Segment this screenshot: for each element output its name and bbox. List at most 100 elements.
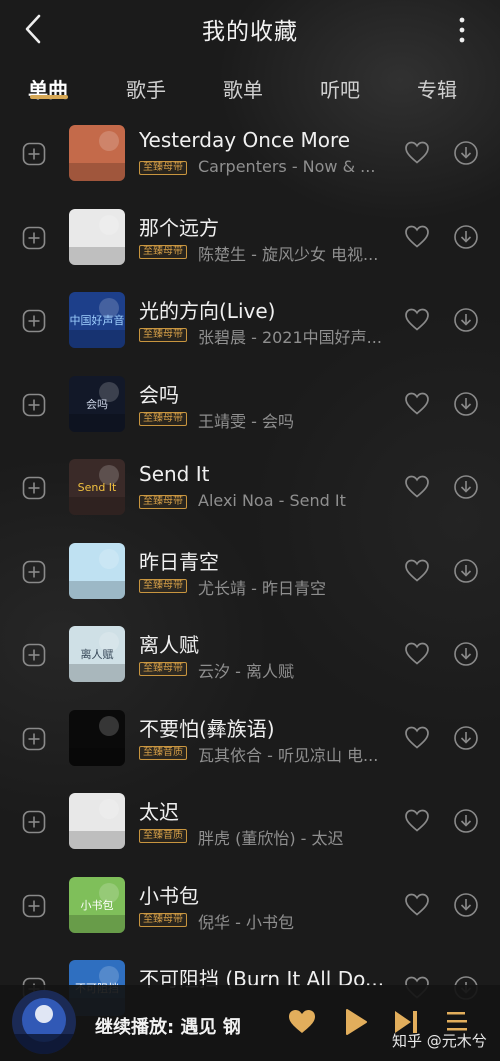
favorite-button[interactable] bbox=[404, 808, 430, 834]
heart-filled-icon bbox=[289, 1010, 315, 1033]
download-circle-icon bbox=[454, 642, 478, 666]
song-title: 会吗 bbox=[139, 382, 179, 407]
song-row[interactable]: 昨日青空 至臻母带 尤长靖 - 昨日青空 bbox=[0, 540, 500, 623]
heart-outline-icon bbox=[405, 642, 429, 665]
more-options-button[interactable] bbox=[452, 14, 472, 46]
song-row[interactable]: 太迟 至臻音质 胖虎 (董欣怡) - 太迟 bbox=[0, 790, 500, 873]
song-title: 昨日青空 bbox=[139, 549, 219, 574]
download-circle-icon bbox=[454, 558, 478, 583]
download-circle-icon bbox=[454, 892, 478, 917]
add-to-playlist-button[interactable] bbox=[22, 226, 46, 250]
play-button[interactable] bbox=[341, 1007, 371, 1037]
quality-badge: 至臻母带 bbox=[139, 244, 187, 259]
favorite-button[interactable] bbox=[404, 224, 430, 250]
download-button[interactable] bbox=[453, 808, 479, 834]
download-button[interactable] bbox=[453, 892, 479, 918]
song-cover-art[interactable]: 会吗 bbox=[69, 375, 125, 432]
song-row[interactable]: Send It Send It 至臻母带 Alexi Noa - Send It bbox=[0, 456, 500, 539]
favorite-button[interactable] bbox=[404, 641, 430, 667]
song-cover-art[interactable]: 小书包 bbox=[69, 876, 125, 933]
add-to-playlist-button[interactable] bbox=[22, 476, 46, 500]
favorite-button[interactable] bbox=[404, 725, 430, 751]
add-to-playlist-button[interactable] bbox=[22, 894, 46, 918]
favorite-button[interactable] bbox=[404, 391, 430, 417]
song-row[interactable]: 离人赋 离人赋 至臻母带 云汐 - 离人赋 bbox=[0, 623, 500, 706]
download-circle-icon bbox=[454, 391, 478, 416]
download-button[interactable] bbox=[453, 641, 479, 667]
cover-art-text: 离人赋 bbox=[81, 647, 114, 661]
download-button[interactable] bbox=[453, 391, 479, 417]
vertical-dots-icon bbox=[459, 17, 465, 43]
plus-square-icon bbox=[22, 643, 46, 667]
song-title: Send It bbox=[139, 462, 210, 486]
add-to-playlist-button[interactable] bbox=[22, 393, 46, 417]
song-artist-album: Carpenters - Now & ... bbox=[198, 157, 376, 176]
add-to-playlist-button[interactable] bbox=[22, 727, 46, 751]
heart-outline-icon bbox=[405, 726, 429, 749]
song-row[interactable]: 不要怕(彝族语) 至臻音质 瓦其依合 - 听见凉山 电... bbox=[0, 707, 500, 790]
download-button[interactable] bbox=[453, 558, 479, 584]
download-button[interactable] bbox=[453, 307, 479, 333]
song-cover-art[interactable] bbox=[69, 208, 125, 265]
cover-art-text: 小书包 bbox=[81, 899, 114, 912]
plus-square-icon bbox=[22, 560, 46, 583]
song-row[interactable]: 会吗 会吗 至臻母带 王靖雯 - 会吗 bbox=[0, 373, 500, 456]
plus-square-icon bbox=[22, 810, 46, 834]
song-row[interactable]: 小书包 小书包 至臻母带 倪华 - 小书包 bbox=[0, 874, 500, 957]
add-to-playlist-button[interactable] bbox=[22, 142, 46, 166]
add-to-playlist-button[interactable] bbox=[22, 309, 46, 333]
favorite-button[interactable] bbox=[404, 892, 430, 918]
song-cover-art[interactable]: 中国好声音 bbox=[69, 292, 125, 348]
tab-bar: 单曲 歌手 歌单 听吧 专辑 bbox=[0, 60, 500, 112]
heart-outline-icon bbox=[405, 893, 429, 916]
tab-artists[interactable]: 歌手 bbox=[126, 74, 166, 103]
download-button[interactable] bbox=[453, 725, 479, 751]
favorite-button[interactable] bbox=[404, 558, 430, 584]
favorite-button[interactable] bbox=[404, 140, 430, 166]
player-now-playing[interactable]: 继续播放: 遇见 钢 bbox=[95, 1013, 241, 1039]
add-to-playlist-button[interactable] bbox=[22, 560, 46, 584]
download-button[interactable] bbox=[453, 140, 479, 166]
song-row[interactable]: 那个远方 至臻母带 陈楚生 - 旋风少女 电视... bbox=[0, 206, 500, 289]
song-row[interactable]: 中国好声音 光的方向(Live) 至臻母带 张碧晨 - 2021中国好声... bbox=[0, 289, 500, 372]
quality-badge: 至臻母带 bbox=[139, 662, 187, 676]
add-to-playlist-button[interactable] bbox=[22, 643, 46, 667]
song-cover-art[interactable] bbox=[69, 542, 125, 599]
song-cover-art[interactable] bbox=[69, 125, 125, 181]
tab-albums[interactable]: 专辑 bbox=[417, 74, 457, 103]
song-title: 不要怕(彝族语) bbox=[139, 716, 275, 741]
add-to-playlist-button[interactable] bbox=[22, 810, 46, 834]
download-circle-icon bbox=[454, 224, 478, 249]
favorite-button[interactable] bbox=[404, 474, 430, 500]
tab-playlists[interactable]: 歌单 bbox=[223, 74, 263, 103]
favorite-button[interactable] bbox=[404, 307, 430, 333]
song-title: 那个远方 bbox=[139, 215, 219, 240]
player-cover-art[interactable] bbox=[12, 990, 76, 1054]
plus-square-icon bbox=[22, 142, 46, 166]
cover-art-text: 会吗 bbox=[86, 398, 108, 411]
song-artist-album: 胖虎 (董欣怡) - 太迟 bbox=[198, 829, 344, 848]
song-cover-art[interactable] bbox=[69, 709, 125, 766]
song-artist-album: 陈楚生 - 旋风少女 电视... bbox=[198, 244, 379, 264]
tab-tingba[interactable]: 听吧 bbox=[320, 74, 360, 103]
song-cover-art[interactable] bbox=[69, 793, 125, 849]
download-button[interactable] bbox=[453, 474, 479, 500]
download-button[interactable] bbox=[453, 224, 479, 250]
watermark: 知乎 @元木兮 bbox=[392, 1032, 487, 1050]
heart-outline-icon bbox=[405, 308, 429, 331]
song-title: 光的方向(Live) bbox=[139, 299, 276, 323]
song-cover-art[interactable]: Send It bbox=[69, 459, 125, 515]
song-artist-album: 尤长靖 - 昨日青空 bbox=[198, 578, 326, 598]
download-circle-icon bbox=[454, 141, 478, 165]
quality-badge: 至臻母带 bbox=[139, 912, 187, 927]
active-tab-indicator bbox=[30, 95, 68, 99]
heart-outline-icon bbox=[405, 809, 429, 832]
song-row[interactable]: Yesterday Once More 至臻母带 Carpenters - No… bbox=[0, 122, 500, 205]
play-icon bbox=[346, 1009, 367, 1035]
plus-square-icon bbox=[22, 309, 46, 333]
song-cover-art[interactable]: 离人赋 bbox=[69, 626, 125, 682]
heart-outline-icon bbox=[405, 475, 429, 498]
player-like-button[interactable] bbox=[287, 1007, 317, 1037]
heart-outline-icon bbox=[405, 225, 429, 248]
download-circle-icon bbox=[454, 809, 478, 833]
